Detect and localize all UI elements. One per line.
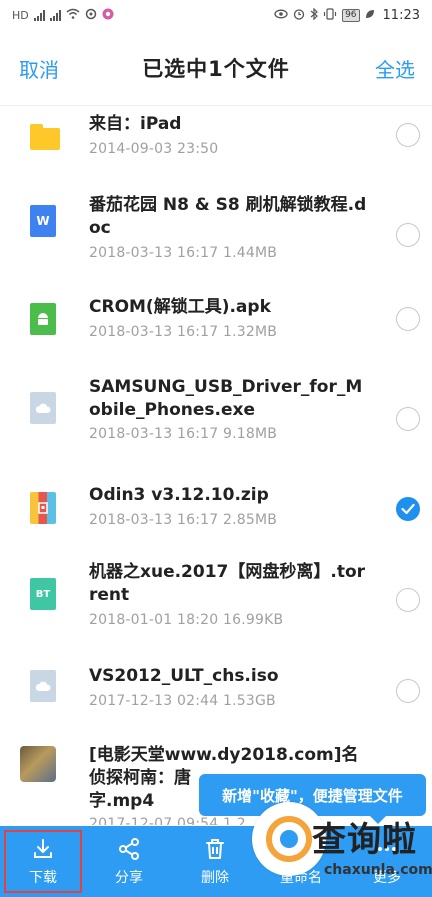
eye-icon — [274, 9, 288, 22]
doc-icon: W — [30, 205, 56, 237]
page-title: 已选中1个文件 — [142, 56, 290, 81]
download-icon — [34, 838, 52, 858]
file-name: 来自：iPad — [89, 114, 182, 134]
file-list: 来自：iPad 2014-09-03 23:50 W 番茄花园 N8 & S8 … — [0, 107, 432, 825]
select-checkbox[interactable] — [396, 223, 420, 247]
share-button[interactable]: 分享 — [86, 826, 172, 897]
zip-icon — [30, 492, 56, 524]
video-thumbnail — [20, 746, 56, 782]
status-time: 11:23 — [382, 7, 420, 23]
list-item[interactable]: CROM(解锁工具).apk 2018-03-13 16:17 1.32MB — [0, 272, 432, 364]
status-left: HD — [12, 8, 114, 23]
file-name: SAMSUNG_USB_Driver_for_Mobile_Phones.exe — [89, 377, 363, 420]
file-name: VS2012_ULT_chs.iso — [89, 666, 279, 686]
list-item[interactable]: 来自：iPad 2014-09-03 23:50 — [0, 107, 432, 177]
select-checkbox[interactable] — [396, 123, 420, 147]
status-bar: HD 96 11:23 — [0, 0, 432, 30]
select-checkbox[interactable] — [396, 679, 420, 703]
watermark-url: chaxunla.com — [324, 862, 432, 878]
cloud-file-icon — [30, 392, 56, 424]
signal-icon — [49, 9, 61, 21]
file-meta: 2018-03-13 16:17 2.85MB — [89, 512, 278, 528]
alarm-icon — [293, 8, 305, 23]
battery-icon: 96 — [342, 8, 360, 22]
list-item[interactable]: BT 机器之xue.2017【网盘秒离】.torrent 2018-01-01 … — [0, 552, 432, 652]
watermark-text: 查询啦 — [312, 820, 417, 860]
select-checkbox[interactable] — [396, 588, 420, 612]
bluetooth-icon — [310, 7, 318, 23]
cancel-button[interactable]: 取消 — [19, 30, 59, 106]
cloud-file-icon — [30, 670, 56, 702]
list-item[interactable]: SAMSUNG_USB_Driver_for_Mobile_Phones.exe… — [0, 364, 432, 462]
bt-icon-label: BT — [35, 588, 51, 600]
vibrate-icon — [323, 7, 337, 23]
file-meta: 2018-01-01 18:20 16.99KB — [89, 612, 284, 628]
file-name: CROM(解锁工具).apk — [89, 297, 271, 317]
signal-icon — [33, 9, 45, 21]
delete-button[interactable]: 删除 — [172, 826, 258, 897]
file-name: 机器之xue.2017【网盘秒离】.torrent — [89, 562, 366, 605]
selection-header: 取消 已选中1个文件 全选 — [0, 30, 432, 106]
select-checkbox-checked[interactable] — [396, 497, 420, 521]
trash-icon — [206, 838, 224, 859]
file-meta: 2017-12-07 09:54 1.2 — [89, 816, 246, 825]
sync-icon — [85, 8, 97, 23]
delete-label: 删除 — [201, 869, 229, 886]
file-meta: 2017-12-13 02:44 1.53GB — [89, 693, 276, 709]
file-meta: 2018-03-13 16:17 1.32MB — [89, 324, 278, 340]
android-icon — [30, 303, 56, 335]
bt-icon: BT — [30, 578, 56, 610]
checkmark-icon — [401, 503, 415, 515]
file-meta: 2018-03-13 16:17 9.18MB — [89, 426, 278, 442]
select-checkbox[interactable] — [396, 407, 420, 431]
select-checkbox[interactable] — [396, 307, 420, 331]
wifi-icon — [66, 8, 80, 22]
download-label: 下载 — [29, 869, 57, 886]
file-meta: 2014-09-03 23:50 — [89, 141, 219, 157]
file-name: Odin3 v3.12.10.zip — [89, 485, 269, 505]
leaf-icon — [365, 9, 375, 22]
app-icon — [102, 8, 114, 23]
list-item[interactable]: Odin3 v3.12.10.zip 2018-03-13 16:17 2.85… — [0, 462, 432, 552]
file-name: 番茄花园 N8 & S8 刷机解锁教程.doc — [89, 195, 367, 238]
share-label: 分享 — [115, 869, 143, 886]
doc-icon-label: W — [36, 214, 50, 228]
download-button[interactable]: 下载 — [0, 826, 86, 897]
file-meta: 2018-03-13 16:17 1.44MB — [89, 245, 278, 261]
list-item[interactable]: W 番茄花园 N8 & S8 刷机解锁教程.doc 2018-03-13 16:… — [0, 177, 432, 272]
watermark-logo: 查询啦 chaxunla.com — [252, 792, 432, 888]
status-right: 96 11:23 — [274, 7, 420, 23]
share-icon — [119, 837, 139, 860]
hd-icon: HD — [12, 8, 29, 22]
list-item[interactable]: VS2012_ULT_chs.iso 2017-12-13 02:44 1.53… — [0, 652, 432, 734]
folder-icon — [30, 124, 60, 150]
select-all-button[interactable]: 全选 — [375, 30, 415, 106]
